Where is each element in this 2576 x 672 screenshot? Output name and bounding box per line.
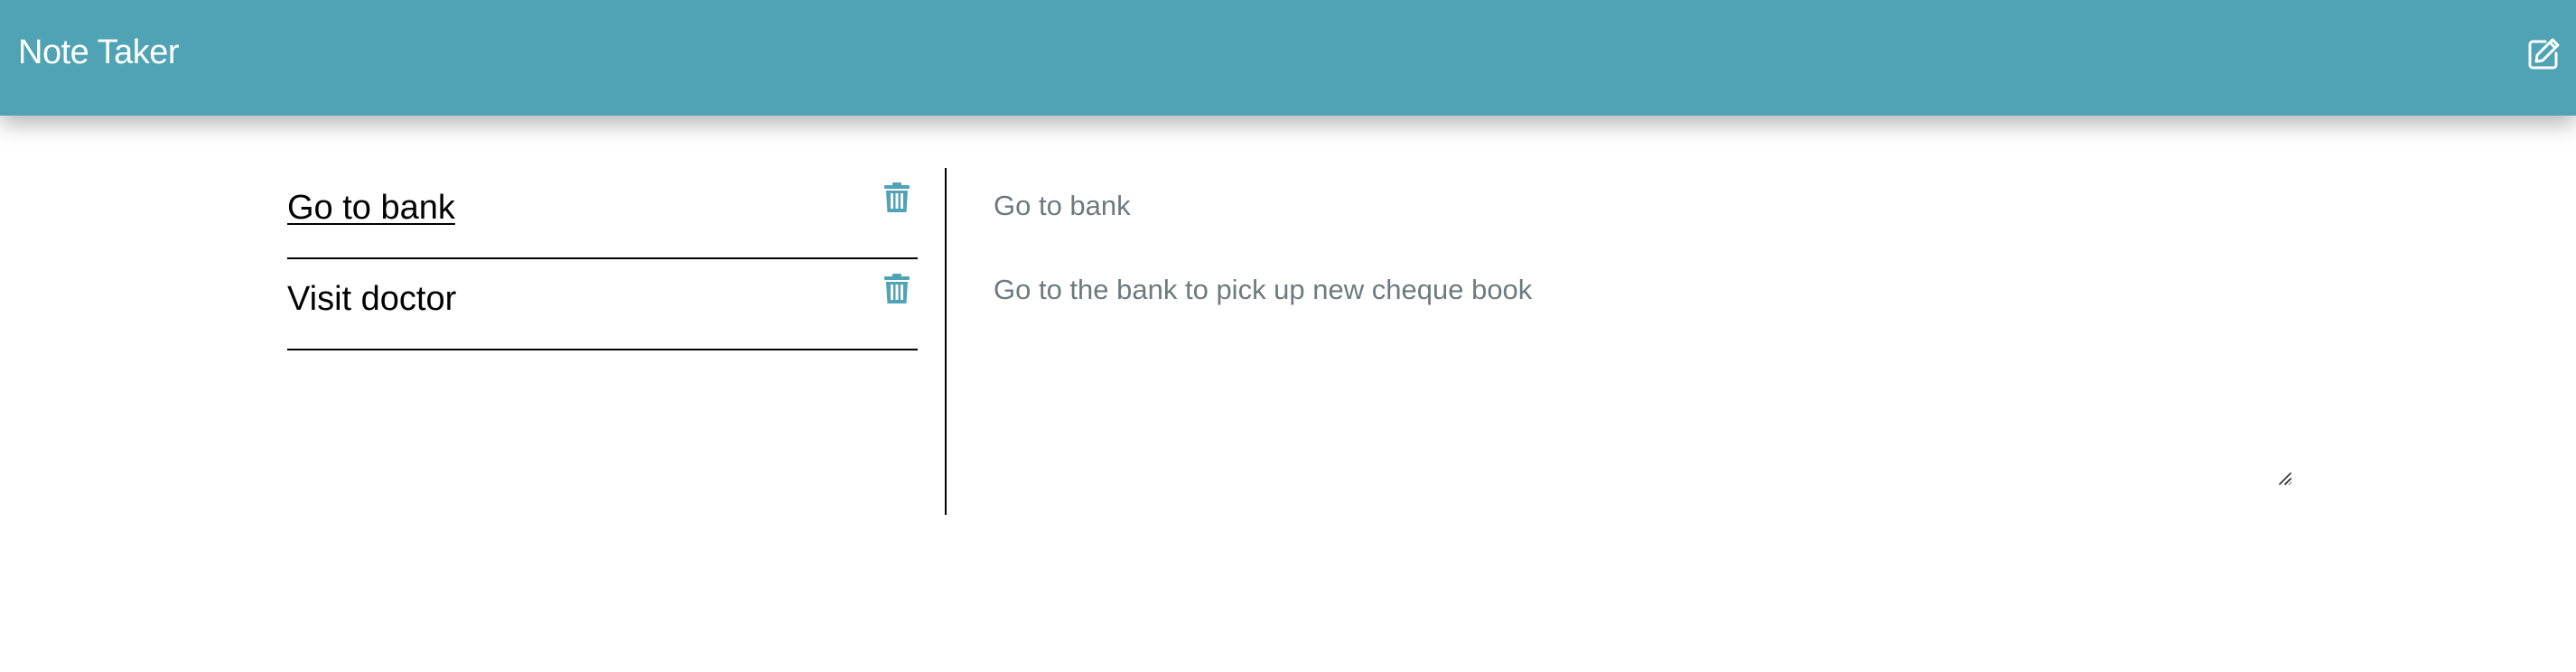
- note-body-textarea[interactable]: Go to the bank to pick up new cheque boo…: [994, 271, 2292, 486]
- new-note-button[interactable]: [2525, 36, 2562, 72]
- note-title-link[interactable]: Go to bank: [287, 186, 455, 229]
- note-list-item[interactable]: Go to bank: [287, 168, 918, 259]
- delete-note-button[interactable]: [883, 182, 910, 213]
- edit-square-icon: [2528, 38, 2560, 70]
- note-list: Go to bank Visit doctor: [287, 168, 918, 350]
- resize-grip-icon[interactable]: [2274, 468, 2292, 486]
- note-list-item[interactable]: Visit doctor: [287, 259, 918, 350]
- delete-note-button[interactable]: [883, 274, 910, 304]
- navbar: Note Taker: [0, 0, 2576, 116]
- pane-divider: [945, 168, 947, 515]
- app-title: Note Taker: [18, 33, 180, 71]
- trash-icon: [884, 182, 910, 212]
- note-title-link[interactable]: Visit doctor: [287, 277, 456, 321]
- trash-icon: [884, 274, 910, 303]
- note-title-input[interactable]: [994, 181, 2294, 231]
